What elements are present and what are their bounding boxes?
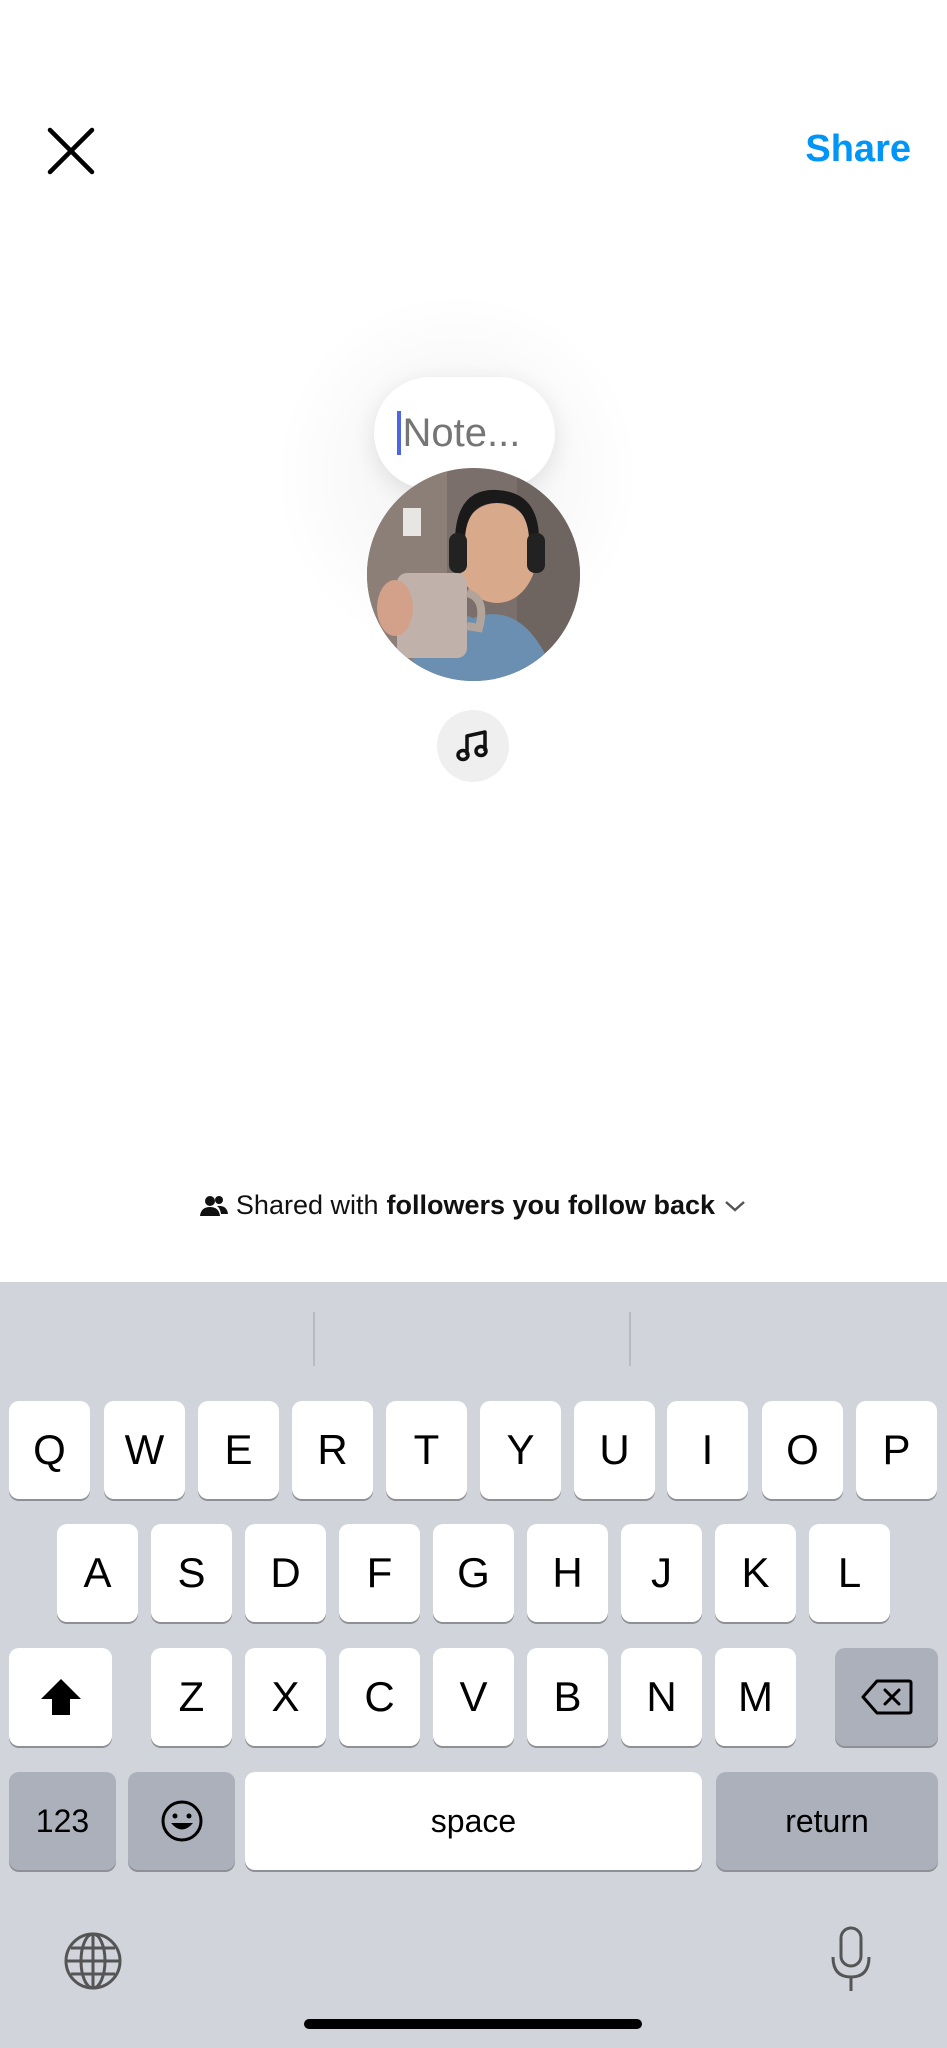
close-icon (47, 127, 95, 175)
key-j[interactable]: J (621, 1524, 702, 1622)
key-g[interactable]: G (433, 1524, 514, 1622)
note-input[interactable] (402, 410, 533, 456)
audience-selector[interactable]: Shared with followers you follow back (0, 1190, 947, 1221)
backspace-icon (861, 1679, 912, 1715)
people-icon (199, 1195, 228, 1216)
key-d[interactable]: D (245, 1524, 326, 1622)
shift-key[interactable] (9, 1648, 112, 1746)
key-h[interactable]: H (527, 1524, 608, 1622)
key-q[interactable]: Q (9, 1401, 90, 1499)
key-b[interactable]: B (527, 1648, 608, 1746)
space-key[interactable]: space (245, 1772, 702, 1870)
key-y[interactable]: Y (480, 1401, 561, 1499)
avatar (367, 468, 580, 681)
emoji-icon (161, 1800, 202, 1842)
share-button[interactable]: Share (805, 128, 911, 171)
globe-button[interactable] (62, 1930, 124, 1992)
key-t[interactable]: T (386, 1401, 467, 1499)
key-w[interactable]: W (104, 1401, 185, 1499)
add-music-button[interactable] (437, 710, 509, 782)
numbers-key[interactable]: 123 (9, 1772, 116, 1870)
emoji-key[interactable] (128, 1772, 235, 1870)
key-m[interactable]: M (715, 1648, 796, 1746)
key-l[interactable]: L (809, 1524, 890, 1622)
dictation-button[interactable] (828, 1925, 874, 1995)
suggestion-divider (629, 1312, 631, 1366)
key-x[interactable]: X (245, 1648, 326, 1746)
close-button[interactable] (40, 120, 102, 182)
key-s[interactable]: S (151, 1524, 232, 1622)
suggestion-divider (313, 1312, 315, 1366)
key-i[interactable]: I (667, 1401, 748, 1499)
key-n[interactable]: N (621, 1648, 702, 1746)
key-a[interactable]: A (57, 1524, 138, 1622)
chevron-down-icon (725, 1200, 745, 1212)
globe-icon (64, 1932, 122, 1990)
music-note-icon (456, 730, 488, 762)
text-caret (396, 411, 401, 455)
audience-group: followers you follow back (386, 1190, 716, 1220)
key-f[interactable]: F (339, 1524, 420, 1622)
audience-prefix: Shared with (235, 1190, 379, 1220)
key-z[interactable]: Z (151, 1648, 232, 1746)
key-p[interactable]: P (856, 1401, 937, 1499)
key-e[interactable]: E (198, 1401, 279, 1499)
microphone-icon (831, 1926, 871, 1991)
home-indicator (304, 2019, 642, 2029)
shift-icon (40, 1679, 81, 1715)
key-k[interactable]: K (715, 1524, 796, 1622)
backspace-key[interactable] (835, 1648, 938, 1746)
return-key[interactable]: return (716, 1772, 938, 1870)
key-u[interactable]: U (574, 1401, 655, 1499)
key-o[interactable]: O (762, 1401, 843, 1499)
key-r[interactable]: R (292, 1401, 373, 1499)
key-c[interactable]: C (339, 1648, 420, 1746)
key-v[interactable]: V (433, 1648, 514, 1746)
